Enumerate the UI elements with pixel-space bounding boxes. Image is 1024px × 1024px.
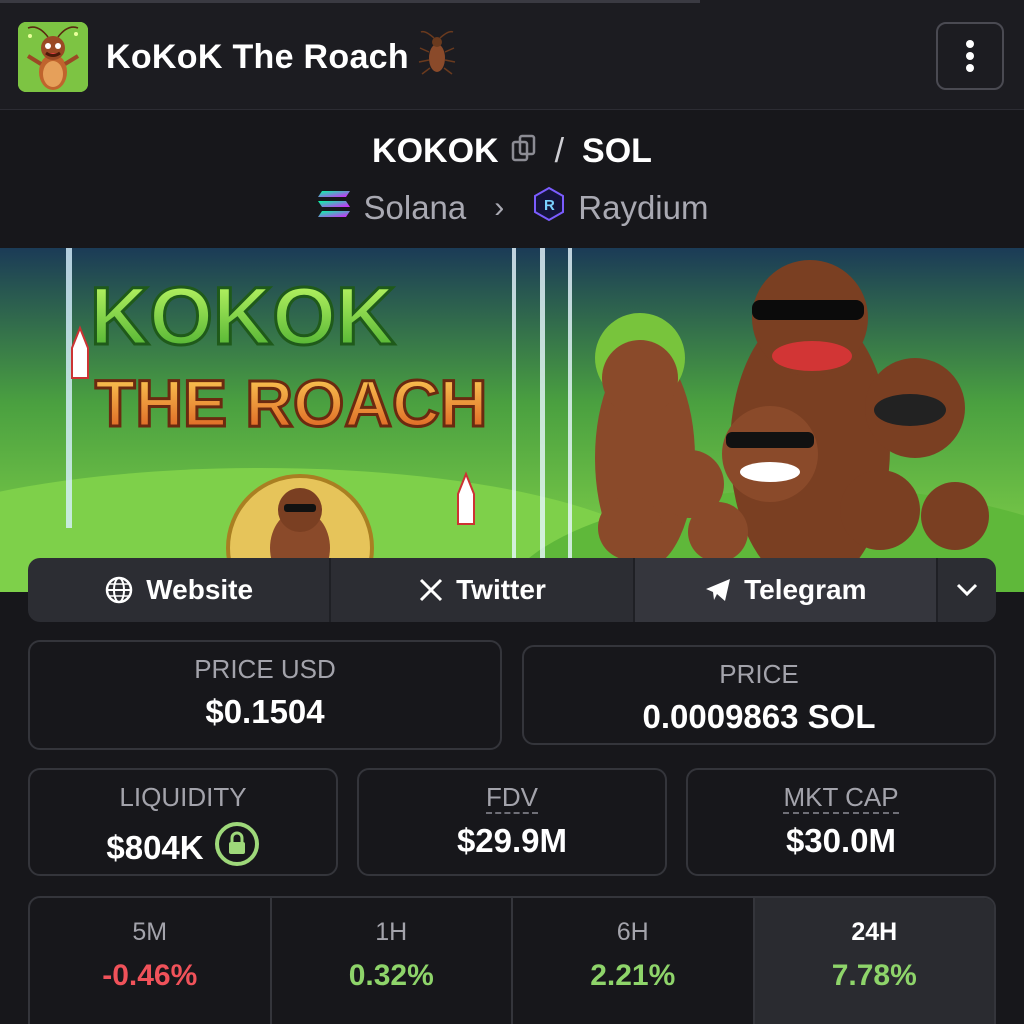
liquidity-card: LIQUIDITY $804K (28, 768, 338, 876)
svg-text:R: R (544, 197, 555, 214)
token-banner-image: KOKOK THE ROACH (0, 248, 1024, 592)
price-sol-card: PRICE 0.0009863 SOL (522, 645, 996, 745)
website-link[interactable]: Website (28, 558, 332, 622)
fdv-value: $29.9M (456, 821, 568, 859)
telegram-link[interactable]: Telegram (634, 558, 938, 622)
tab-6h-value: 2.21% (590, 959, 676, 992)
progress-line (0, 0, 700, 3)
mktcap-label[interactable]: MKT CAP (783, 783, 899, 814)
app-header: KoKoK The Roach (0, 0, 1024, 110)
x-logo-icon (420, 578, 443, 602)
token-title: KoKoK The Roach (106, 30, 457, 85)
dex-name[interactable]: Raydium (578, 189, 708, 227)
lock-icon[interactable] (214, 821, 260, 875)
vertical-dots-icon (966, 40, 974, 72)
cockroach-logo-icon[interactable] (18, 22, 88, 92)
website-label: Website (146, 574, 254, 605)
tab-1h[interactable]: 1H 0.32% (272, 898, 513, 1024)
mktcap-card: MKT CAP $30.0M (686, 768, 996, 876)
tab-5m-value: -0.46% (102, 959, 198, 992)
base-token: KOKOK (372, 132, 499, 170)
pair-separator: / (554, 132, 565, 170)
fdv-label-wrap: FDV (359, 782, 665, 814)
fdv-label[interactable]: FDV (486, 783, 538, 814)
chevron-right-icon: › (494, 191, 505, 224)
telegram-icon (706, 579, 731, 601)
fdv-card: FDV $29.9M (357, 768, 667, 876)
globe-icon (105, 576, 133, 604)
telegram-label: Telegram (744, 574, 867, 605)
tab-24h-value: 7.78% (831, 959, 917, 992)
chain-name[interactable]: Solana (364, 189, 467, 227)
price-usd-label: PRICE USD (194, 654, 336, 684)
token-name: KoKoK The Roach (106, 38, 409, 76)
quote-token: SOL (582, 132, 652, 170)
liquidity-value-row: $804K (30, 821, 336, 875)
copy-icon[interactable] (511, 132, 537, 171)
chain-breadcrumb: Solana › R Raydium (0, 186, 1024, 230)
tab-1h-value: 0.32% (348, 959, 434, 992)
banner-text-kokok: KOKOK (90, 271, 395, 362)
solana-icon (316, 189, 352, 227)
liquidity-value: $804K (106, 829, 204, 866)
tab-24h-label: 24H (851, 918, 898, 946)
price-usd-value: $0.1504 (205, 693, 325, 730)
chevron-down-icon (956, 583, 978, 597)
mktcap-label-wrap: MKT CAP (688, 782, 994, 814)
tab-6h[interactable]: 6H 2.21% (513, 898, 755, 1024)
twitter-link[interactable]: Twitter (331, 558, 635, 622)
price-sol-value: 0.0009863 SOL (642, 698, 876, 735)
tab-6h-label: 6H (616, 918, 649, 946)
tab-24h[interactable]: 24H 7.78% (754, 898, 994, 1024)
mktcap-value: $30.0M (785, 821, 897, 859)
price-usd-card: PRICE USD $0.1504 (28, 640, 502, 750)
banner-text-roach: THE ROACH (95, 366, 487, 440)
pair-title: KOKOK / SOL (0, 132, 1024, 171)
price-change-tabs: 5M -0.46% 1H 0.32% 6H 2.21% 24H 7.78% (28, 896, 996, 1024)
social-links-bar: Website Twitter Telegram (28, 558, 996, 622)
liquidity-label: LIQUIDITY (119, 782, 247, 812)
more-links-button[interactable] (938, 558, 996, 622)
more-options-button[interactable] (936, 22, 1004, 90)
cockroach-icon (417, 30, 457, 85)
pair-info: KOKOK / SOL Solana › R Raydium (0, 110, 1024, 248)
tab-1h-label: 1H (375, 918, 408, 946)
raydium-icon: R (532, 186, 566, 230)
tab-5m-label: 5M (132, 918, 168, 946)
tab-5m[interactable]: 5M -0.46% (30, 898, 272, 1024)
price-sol-label: PRICE (719, 659, 799, 689)
twitter-label: Twitter (456, 574, 546, 605)
